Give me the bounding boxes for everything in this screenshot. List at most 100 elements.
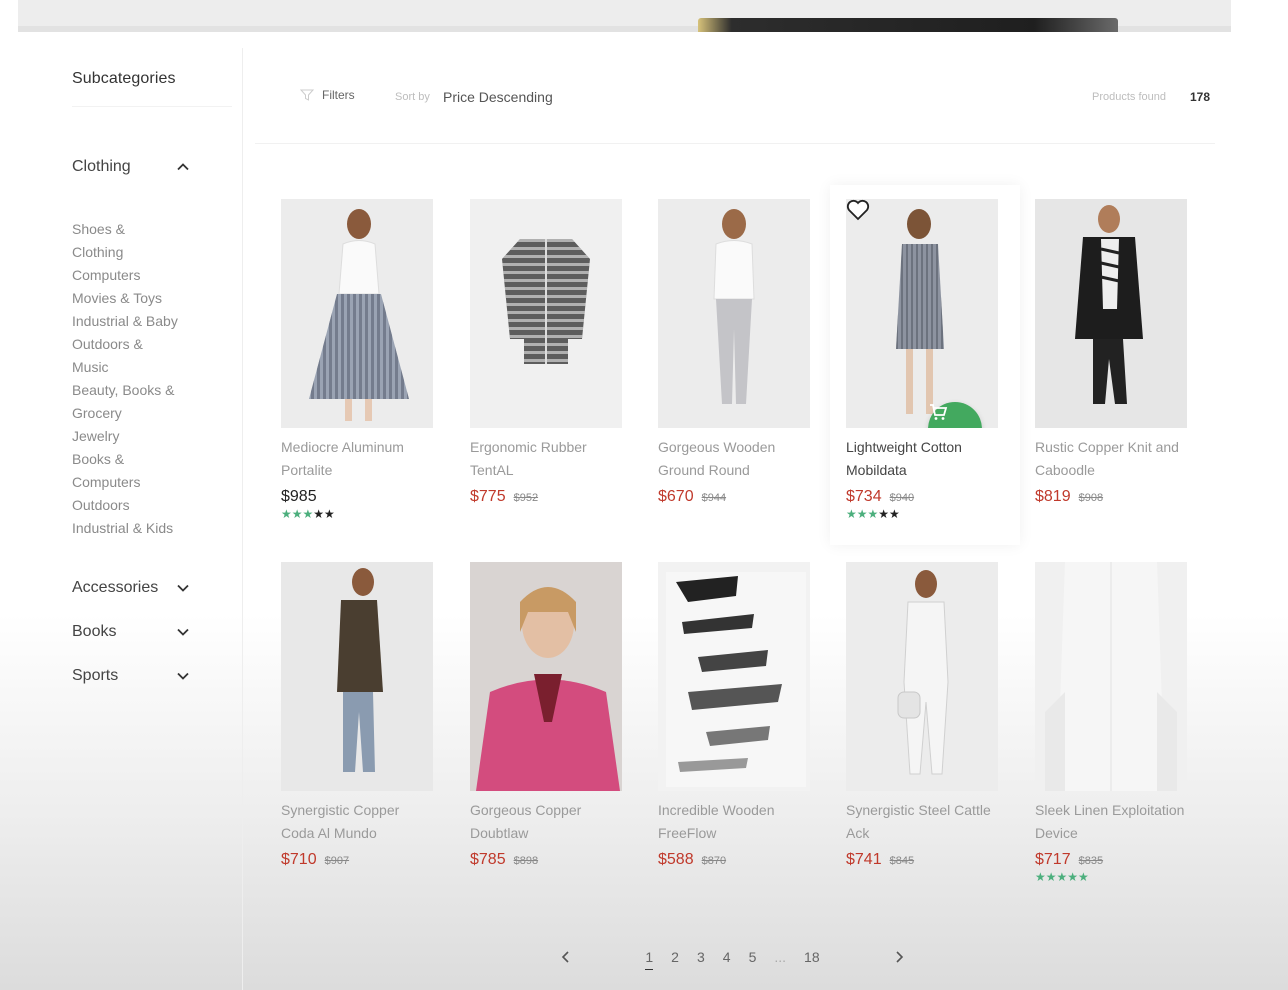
product-name[interactable]: Sleek Linen Exploitation Device xyxy=(1035,799,1187,845)
rating-stars: ★★★★★ xyxy=(846,508,998,520)
page-link-1[interactable]: 1 xyxy=(645,949,653,970)
product-name[interactable]: Ergonomic Rubber TentAL xyxy=(470,436,622,482)
product-name[interactable]: Synergistic Copper Coda Al Mundo xyxy=(281,799,433,845)
subcategory-item[interactable]: Books & xyxy=(72,448,222,471)
old-price: $952 xyxy=(513,492,539,504)
products-found-label: Products found xyxy=(1092,91,1166,103)
product-image[interactable] xyxy=(281,199,433,428)
old-price: $898 xyxy=(513,855,539,867)
subcategory-item[interactable]: Industrial & Kids xyxy=(72,517,222,540)
product-card[interactable]: Gorgeous Copper Doubtlaw $785 $898 xyxy=(470,562,622,869)
product-card[interactable]: Rustic Copper Knit and Caboodle $819 $90… xyxy=(1035,199,1187,506)
product-card[interactable]: Sleek Linen Exploitation Device $717 $83… xyxy=(1035,562,1187,883)
price-row: $775 $952 xyxy=(470,488,622,506)
subcategory-item[interactable]: Shoes & xyxy=(72,218,222,241)
subcategory-item[interactable]: Clothing xyxy=(72,241,222,264)
product-card[interactable]: Gorgeous Wooden Ground Round $670 $944 xyxy=(658,199,810,506)
filters-label: Filters xyxy=(322,88,355,102)
subcategory-item[interactable]: Music xyxy=(72,356,222,379)
divider xyxy=(72,106,232,107)
product-image[interactable] xyxy=(658,562,810,791)
rating-stars: ★★★★★ xyxy=(1035,871,1187,883)
sort-label: Sort by xyxy=(395,91,430,103)
product-price: $741 xyxy=(846,851,882,868)
product-card[interactable]: Synergistic Steel Cattle Ack $741 $845 xyxy=(846,562,998,869)
category-label: Books xyxy=(72,623,117,640)
price-row: $819 $908 xyxy=(1035,488,1187,506)
old-price: $908 xyxy=(1078,492,1104,504)
product-image[interactable] xyxy=(1035,199,1187,428)
product-name[interactable]: Rustic Copper Knit and Caboodle xyxy=(1035,436,1187,482)
product-name[interactable]: Lightweight Cotton Mobildata xyxy=(846,436,998,482)
product-price: $670 xyxy=(658,488,694,505)
price-row: $985 xyxy=(281,488,433,506)
price-row: $741 $845 xyxy=(846,851,998,869)
product-price: $734 xyxy=(846,488,882,505)
product-image[interactable] xyxy=(1035,562,1187,791)
product-card[interactable]: Ergonomic Rubber TentAL $775 $952 xyxy=(470,199,622,506)
product-image[interactable] xyxy=(846,199,998,428)
model-photo xyxy=(309,209,409,421)
product-card[interactable]: Mediocre Aluminum Portalite $985 ★★★★★ xyxy=(281,199,433,520)
chevron-down-icon xyxy=(177,628,189,636)
product-image[interactable] xyxy=(281,562,433,791)
product-name[interactable]: Gorgeous Wooden Ground Round xyxy=(658,436,810,482)
chevron-left-icon[interactable] xyxy=(560,950,572,964)
product-photo xyxy=(502,239,590,364)
chevron-down-icon xyxy=(177,584,189,592)
model-photo xyxy=(1075,205,1143,404)
subcategories-sidebar: Subcategories Clothing Shoes & Clothing … xyxy=(0,48,243,990)
page-link-2[interactable]: 2 xyxy=(671,949,679,965)
product-name[interactable]: Gorgeous Copper Doubtlaw xyxy=(470,799,622,845)
product-name[interactable]: Incredible Wooden FreeFlow xyxy=(658,799,810,845)
cart-icon xyxy=(930,404,948,420)
hero-banner-strip xyxy=(18,0,1231,32)
product-price: $775 xyxy=(470,488,506,505)
subcategory-item[interactable]: Beauty, Books & xyxy=(72,379,222,402)
product-card[interactable]: Lightweight Cotton Mobildata $734 $940 ★… xyxy=(846,199,998,520)
filters-button[interactable]: Filters xyxy=(300,88,355,102)
price-row: $717 $835 xyxy=(1035,851,1187,869)
page-link-18[interactable]: 18 xyxy=(804,949,820,965)
category-books[interactable]: Books xyxy=(72,623,190,641)
model-photo xyxy=(897,570,949,775)
product-image[interactable] xyxy=(658,199,810,428)
category-accessories[interactable]: Accessories xyxy=(72,579,190,597)
banner-image xyxy=(698,18,1118,32)
subcategory-item[interactable]: Jewelry xyxy=(72,425,222,448)
subcategory-item[interactable]: Outdoors xyxy=(72,494,222,517)
chevron-right-icon[interactable] xyxy=(893,950,905,964)
page-ellipsis: ... xyxy=(774,949,787,965)
page-numbers: 1 2 3 4 5 ... 18 xyxy=(645,949,820,970)
model-photo xyxy=(896,209,944,414)
product-image[interactable] xyxy=(470,199,622,428)
category-label: Clothing xyxy=(72,158,131,175)
subcategory-item[interactable]: Grocery xyxy=(72,402,222,425)
old-price: $845 xyxy=(889,855,915,867)
subcategory-item[interactable]: Industrial & Baby xyxy=(72,310,222,333)
product-card[interactable]: Incredible Wooden FreeFlow $588 $870 xyxy=(658,562,810,869)
page-link-4[interactable]: 4 xyxy=(723,949,731,965)
subcategory-item[interactable]: Outdoors & xyxy=(72,333,222,356)
heart-icon[interactable] xyxy=(846,199,870,221)
products-found-count: 178 xyxy=(1190,90,1211,104)
old-price: $940 xyxy=(889,492,915,504)
page-link-3[interactable]: 3 xyxy=(697,949,705,965)
sort-dropdown[interactable]: Price Descending xyxy=(443,89,553,105)
category-sports[interactable]: Sports xyxy=(72,667,190,685)
chevron-up-icon xyxy=(177,163,189,171)
category-clothing[interactable]: Clothing xyxy=(72,158,190,176)
product-name[interactable]: Mediocre Aluminum Portalite xyxy=(281,436,433,482)
product-image[interactable] xyxy=(846,562,998,791)
page-link-5[interactable]: 5 xyxy=(749,949,757,965)
sidebar-title: Subcategories xyxy=(72,70,176,87)
star-icon: ★★ xyxy=(313,507,335,521)
subcategory-item[interactable]: Computers xyxy=(72,264,222,287)
product-name[interactable]: Synergistic Steel Cattle Ack xyxy=(846,799,998,845)
subcategory-item[interactable]: Movies & Toys xyxy=(72,287,222,310)
product-price: $819 xyxy=(1035,488,1071,505)
category-label: Accessories xyxy=(72,579,159,596)
product-card[interactable]: Synergistic Copper Coda Al Mundo $710 $9… xyxy=(281,562,433,869)
product-image[interactable] xyxy=(470,562,622,791)
subcategory-item[interactable]: Computers xyxy=(72,471,222,494)
